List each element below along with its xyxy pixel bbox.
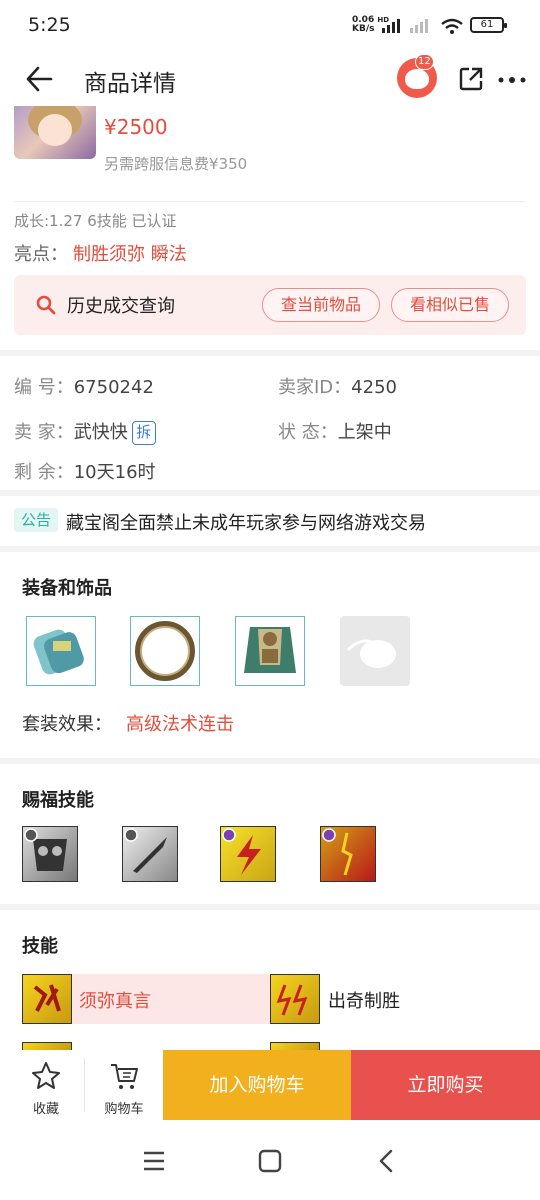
star-icon: [32, 1062, 60, 1089]
divider: [84, 1058, 85, 1112]
armor-icon[interactable]: [235, 616, 305, 686]
home-icon[interactable]: [258, 1149, 282, 1173]
seller-label: 卖 家：: [14, 422, 74, 443]
blessing-title: 赐福技能: [22, 790, 94, 811]
similar-sold-button[interactable]: 看相似已售: [391, 288, 509, 322]
seller-row: 卖 家：武快快拆: [14, 418, 156, 445]
history-query-box: 历史成交查询 查当前物品 看相似已售: [14, 275, 526, 335]
skill-name: 须弥真言: [79, 991, 151, 1012]
highlight-label: 亮点：: [14, 244, 68, 265]
buy-now-button[interactable]: 立即购买: [351, 1050, 540, 1120]
mask-skill-icon[interactable]: [22, 826, 78, 882]
character-thumbnail[interactable]: [14, 106, 96, 159]
seller-tag-badge: 拆: [131, 421, 156, 445]
wifi-icon: [441, 18, 463, 34]
blessing-section: 赐福技能: [0, 764, 540, 904]
check-current-button[interactable]: 查当前物品: [262, 288, 380, 322]
page-title: 商品详情: [84, 71, 176, 97]
favorite-label: 收藏: [32, 1102, 59, 1117]
back-arrow-icon[interactable]: [24, 64, 54, 94]
growth-info: 成长:1.27 6技能 已认证: [14, 212, 177, 230]
bottom-action-bar: 收藏 购物车 加入购物车 立即购买: [0, 1050, 540, 1120]
skill-name: 出奇制胜: [328, 991, 400, 1012]
set-effect-value: 高级法术连击: [126, 714, 234, 735]
equipment-section: 装备和饰品 套装效果： 高级法术连击: [0, 552, 540, 758]
remain-value: 10天16时: [73, 462, 156, 483]
crack-skill-icon[interactable]: [320, 826, 376, 882]
system-back-icon[interactable]: [376, 1148, 396, 1174]
signal-icon: [382, 19, 400, 33]
remain-label: 剩 余：: [14, 462, 74, 483]
id-label: 编 号：: [14, 377, 74, 398]
equipment-title: 装备和饰品: [22, 578, 112, 599]
empty-slot-icon[interactable]: [340, 616, 410, 686]
ring-icon[interactable]: [130, 616, 200, 686]
set-effect-label: 套装效果：: [22, 714, 112, 735]
nav-bar: 商品详情 12: [0, 52, 540, 106]
id-row: 编 号：6750242: [14, 373, 154, 399]
signal-2-icon: [410, 19, 428, 33]
seller-id-label: 卖家ID：: [278, 377, 352, 398]
cart-icon: [111, 1064, 138, 1089]
cart-label: 购物车: [104, 1102, 144, 1117]
system-nav-bar: [0, 1120, 540, 1200]
notice-tag: 公告: [14, 508, 58, 532]
skills-section: 技能 须弥真言 出奇制胜: [0, 910, 540, 1052]
add-to-cart-button[interactable]: 加入购物车: [163, 1050, 351, 1120]
message-badge: 12: [415, 54, 434, 70]
cross-server-fee: 另需跨服信息费¥350: [104, 155, 248, 173]
skill-chuqi-icon[interactable]: [270, 974, 320, 1024]
remain-row: 剩 余：10天16时: [14, 458, 156, 484]
sword-skill-icon[interactable]: [122, 826, 178, 882]
divider: [14, 201, 526, 202]
cart-button[interactable]: 购物车: [92, 1050, 156, 1120]
seller-id-value: 4250: [351, 377, 397, 398]
lightning-skill-icon[interactable]: [220, 826, 276, 882]
notice-bar: 公告 藏宝阁全面禁止未成年玩家参与网络游戏交易: [0, 496, 540, 546]
seller-value[interactable]: 武快快: [74, 422, 128, 443]
skills-title: 技能: [22, 936, 58, 957]
skill-xumi-icon[interactable]: [22, 974, 72, 1024]
status-label: 状 态：: [278, 422, 338, 443]
notice-text: 藏宝阁全面禁止未成年玩家参与网络游戏交易: [66, 513, 426, 534]
status-time: 5:25: [28, 14, 71, 36]
status-value: 上架中: [337, 422, 392, 443]
recent-apps-icon[interactable]: [142, 1150, 166, 1172]
history-query-label: 历史成交查询: [67, 296, 175, 317]
status-row: 状 态：上架中: [278, 418, 392, 444]
highlight-value: 制胜须弥 瞬法: [73, 244, 187, 265]
price: ¥2500: [104, 115, 168, 139]
battery-icon: 61: [470, 17, 507, 33]
search-icon: [36, 295, 56, 315]
product-card: ¥2500 另需跨服信息费¥350 成长:1.27 6技能 已认证 亮点： 制胜…: [0, 106, 540, 350]
more-icon[interactable]: [498, 76, 526, 84]
share-icon[interactable]: [458, 66, 484, 92]
status-bar: 5:25 0.06 HD KB/s 61: [0, 0, 540, 52]
favorite-button[interactable]: 收藏: [14, 1050, 78, 1120]
info-card: 编 号：6750242 卖家ID：4250 卖 家：武快快拆 状 态：上架中 剩…: [0, 356, 540, 490]
bracer-icon[interactable]: [26, 616, 96, 686]
id-value: 6750242: [73, 377, 154, 398]
seller-id-row: 卖家ID：4250: [278, 373, 397, 399]
